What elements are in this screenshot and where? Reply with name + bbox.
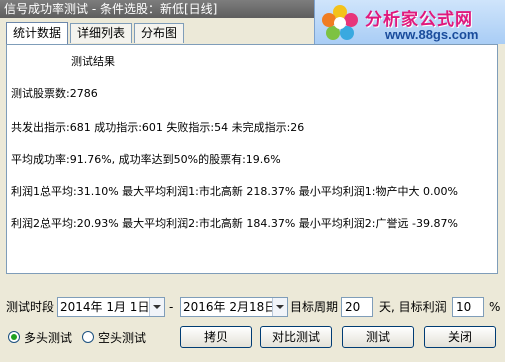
results-panel: 测试结果 测试股票数:2786 共发出指示:681 成功指示:601 失败指示:… [6,44,498,274]
window-title: 信号成功率测试 - 条件选股：新低[日线] [4,2,218,16]
flower-logo-icon [322,5,358,40]
long-test-radio[interactable] [8,331,20,343]
result-line-profit1: 利润1总平均:31.10% 最大平均利润1:市北高新 218.37% 最小平均利… [11,185,458,198]
target-profit-input[interactable]: 10 [452,297,484,317]
date-separator: - [169,300,174,314]
action-row: 多头测试 空头测试 拷贝 对比测试 测试 关闭 [0,326,505,350]
target-period-label: 目标周期 [290,300,339,314]
start-date-value: 2014年 1月 1日 [60,300,150,314]
target-profit-label: 天, 目标利润 [379,300,447,314]
result-line-stock-count: 测试股票数:2786 [11,87,98,100]
short-test-radio[interactable] [82,331,94,343]
copy-button[interactable]: 拷贝 [180,326,252,348]
short-test-label[interactable]: 空头测试 [98,328,146,348]
target-period-input[interactable]: 20 [341,297,373,317]
test-period-row: 测试时段 2014年 1月 1日 - 2016年 2月18日 目标周期 20 天… [0,295,505,319]
test-button[interactable]: 测试 [342,326,414,348]
long-test-label[interactable]: 多头测试 [24,328,72,348]
results-heading: 测试结果 [71,55,115,68]
start-date-dropdown-icon[interactable] [149,298,164,316]
tab-statistics[interactable]: 统计数据 [6,22,68,44]
end-date-value: 2016年 2月18日 [183,300,277,314]
tab-distribution[interactable]: 分布图 [134,23,184,43]
start-date-picker[interactable]: 2014年 1月 1日 [57,297,165,317]
close-button[interactable]: 关闭 [424,326,496,348]
end-date-picker[interactable]: 2016年 2月18日 [180,297,288,317]
end-date-dropdown-icon[interactable] [272,298,287,316]
result-line-success-rate: 平均成功率:91.76%, 成功率达到50%的股票有:19.6% [11,153,281,166]
period-label: 测试时段 [6,300,55,314]
tab-detail-list[interactable]: 详细列表 [70,23,132,43]
logo-url-text: www.88gs.com [385,27,479,42]
compare-test-button[interactable]: 对比测试 [260,326,332,348]
site-logo: 分析家公式网 www.88gs.com [314,0,505,44]
percent-sign: % [489,300,501,314]
result-line-profit2: 利润2总平均:20.93% 最大平均利润2:市北高新 184.37% 最小平均利… [11,217,458,230]
result-line-signals: 共发出指示:681 成功指示:601 失败指示:54 未完成指示:26 [11,121,305,134]
